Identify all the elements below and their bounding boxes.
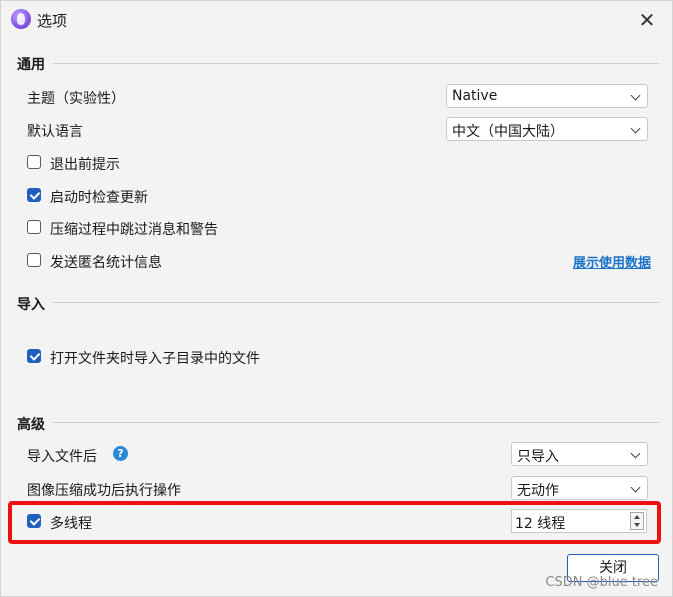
help-icon[interactable]: ? (113, 446, 128, 461)
after-compress-select[interactable]: 无动作 (511, 476, 648, 500)
skip-messages-checkbox[interactable] (27, 220, 41, 234)
import-subdirs-label: 打开文件夹时导入子目录中的文件 (50, 351, 260, 367)
theme-label: 主题（实验性） (27, 91, 125, 107)
highlight-box (8, 501, 661, 544)
after-compress-label: 图像压缩成功后执行操作 (27, 483, 181, 499)
section-title-advanced: 高级 (17, 417, 45, 433)
language-label: 默认语言 (27, 124, 83, 140)
after-import-label: 导入文件后 (27, 449, 97, 465)
language-select[interactable]: 中文（中国大陆） (446, 117, 648, 141)
theme-select-value: Native (452, 88, 498, 104)
skip-messages-label: 压缩过程中跳过消息和警告 (50, 222, 218, 238)
show-usage-data-link[interactable]: 展示使用数据 (573, 252, 651, 271)
send-stats-checkbox[interactable] (27, 253, 41, 267)
chevron-down-icon (630, 448, 641, 459)
after-import-select-value: 只导入 (517, 449, 559, 465)
check-updates-checkbox[interactable] (27, 188, 41, 202)
prompt-before-exit-label: 退出前提示 (50, 157, 120, 173)
window-title: 选项 (37, 12, 68, 30)
title-bar[interactable]: 选项 ✕ (1, 1, 672, 39)
chevron-down-icon (630, 123, 641, 134)
section-divider-advanced (53, 422, 659, 423)
language-select-value: 中文（中国大陆） (452, 124, 564, 140)
close-icon[interactable]: ✕ (636, 8, 658, 32)
section-divider-general (53, 63, 659, 64)
options-dialog: 选项 ✕ 通用 主题（实验性） Native 默认语言 中文（中国大陆） 退出前… (0, 0, 673, 597)
after-import-select[interactable]: 只导入 (511, 442, 648, 466)
send-stats-label: 发送匿名统计信息 (50, 255, 162, 271)
prompt-before-exit-checkbox[interactable] (27, 155, 41, 169)
theme-select[interactable]: Native (446, 84, 648, 108)
section-title-import: 导入 (17, 297, 45, 313)
app-logo-icon (11, 9, 31, 29)
section-title-general: 通用 (17, 57, 45, 73)
section-divider-import (53, 302, 659, 303)
after-compress-select-value: 无动作 (517, 483, 559, 499)
chevron-down-icon (630, 90, 641, 101)
watermark-text: CSDN @blue tree (545, 575, 658, 590)
chevron-down-icon (630, 482, 641, 493)
import-subdirs-checkbox[interactable] (27, 349, 41, 363)
check-updates-label: 启动时检查更新 (50, 190, 148, 206)
